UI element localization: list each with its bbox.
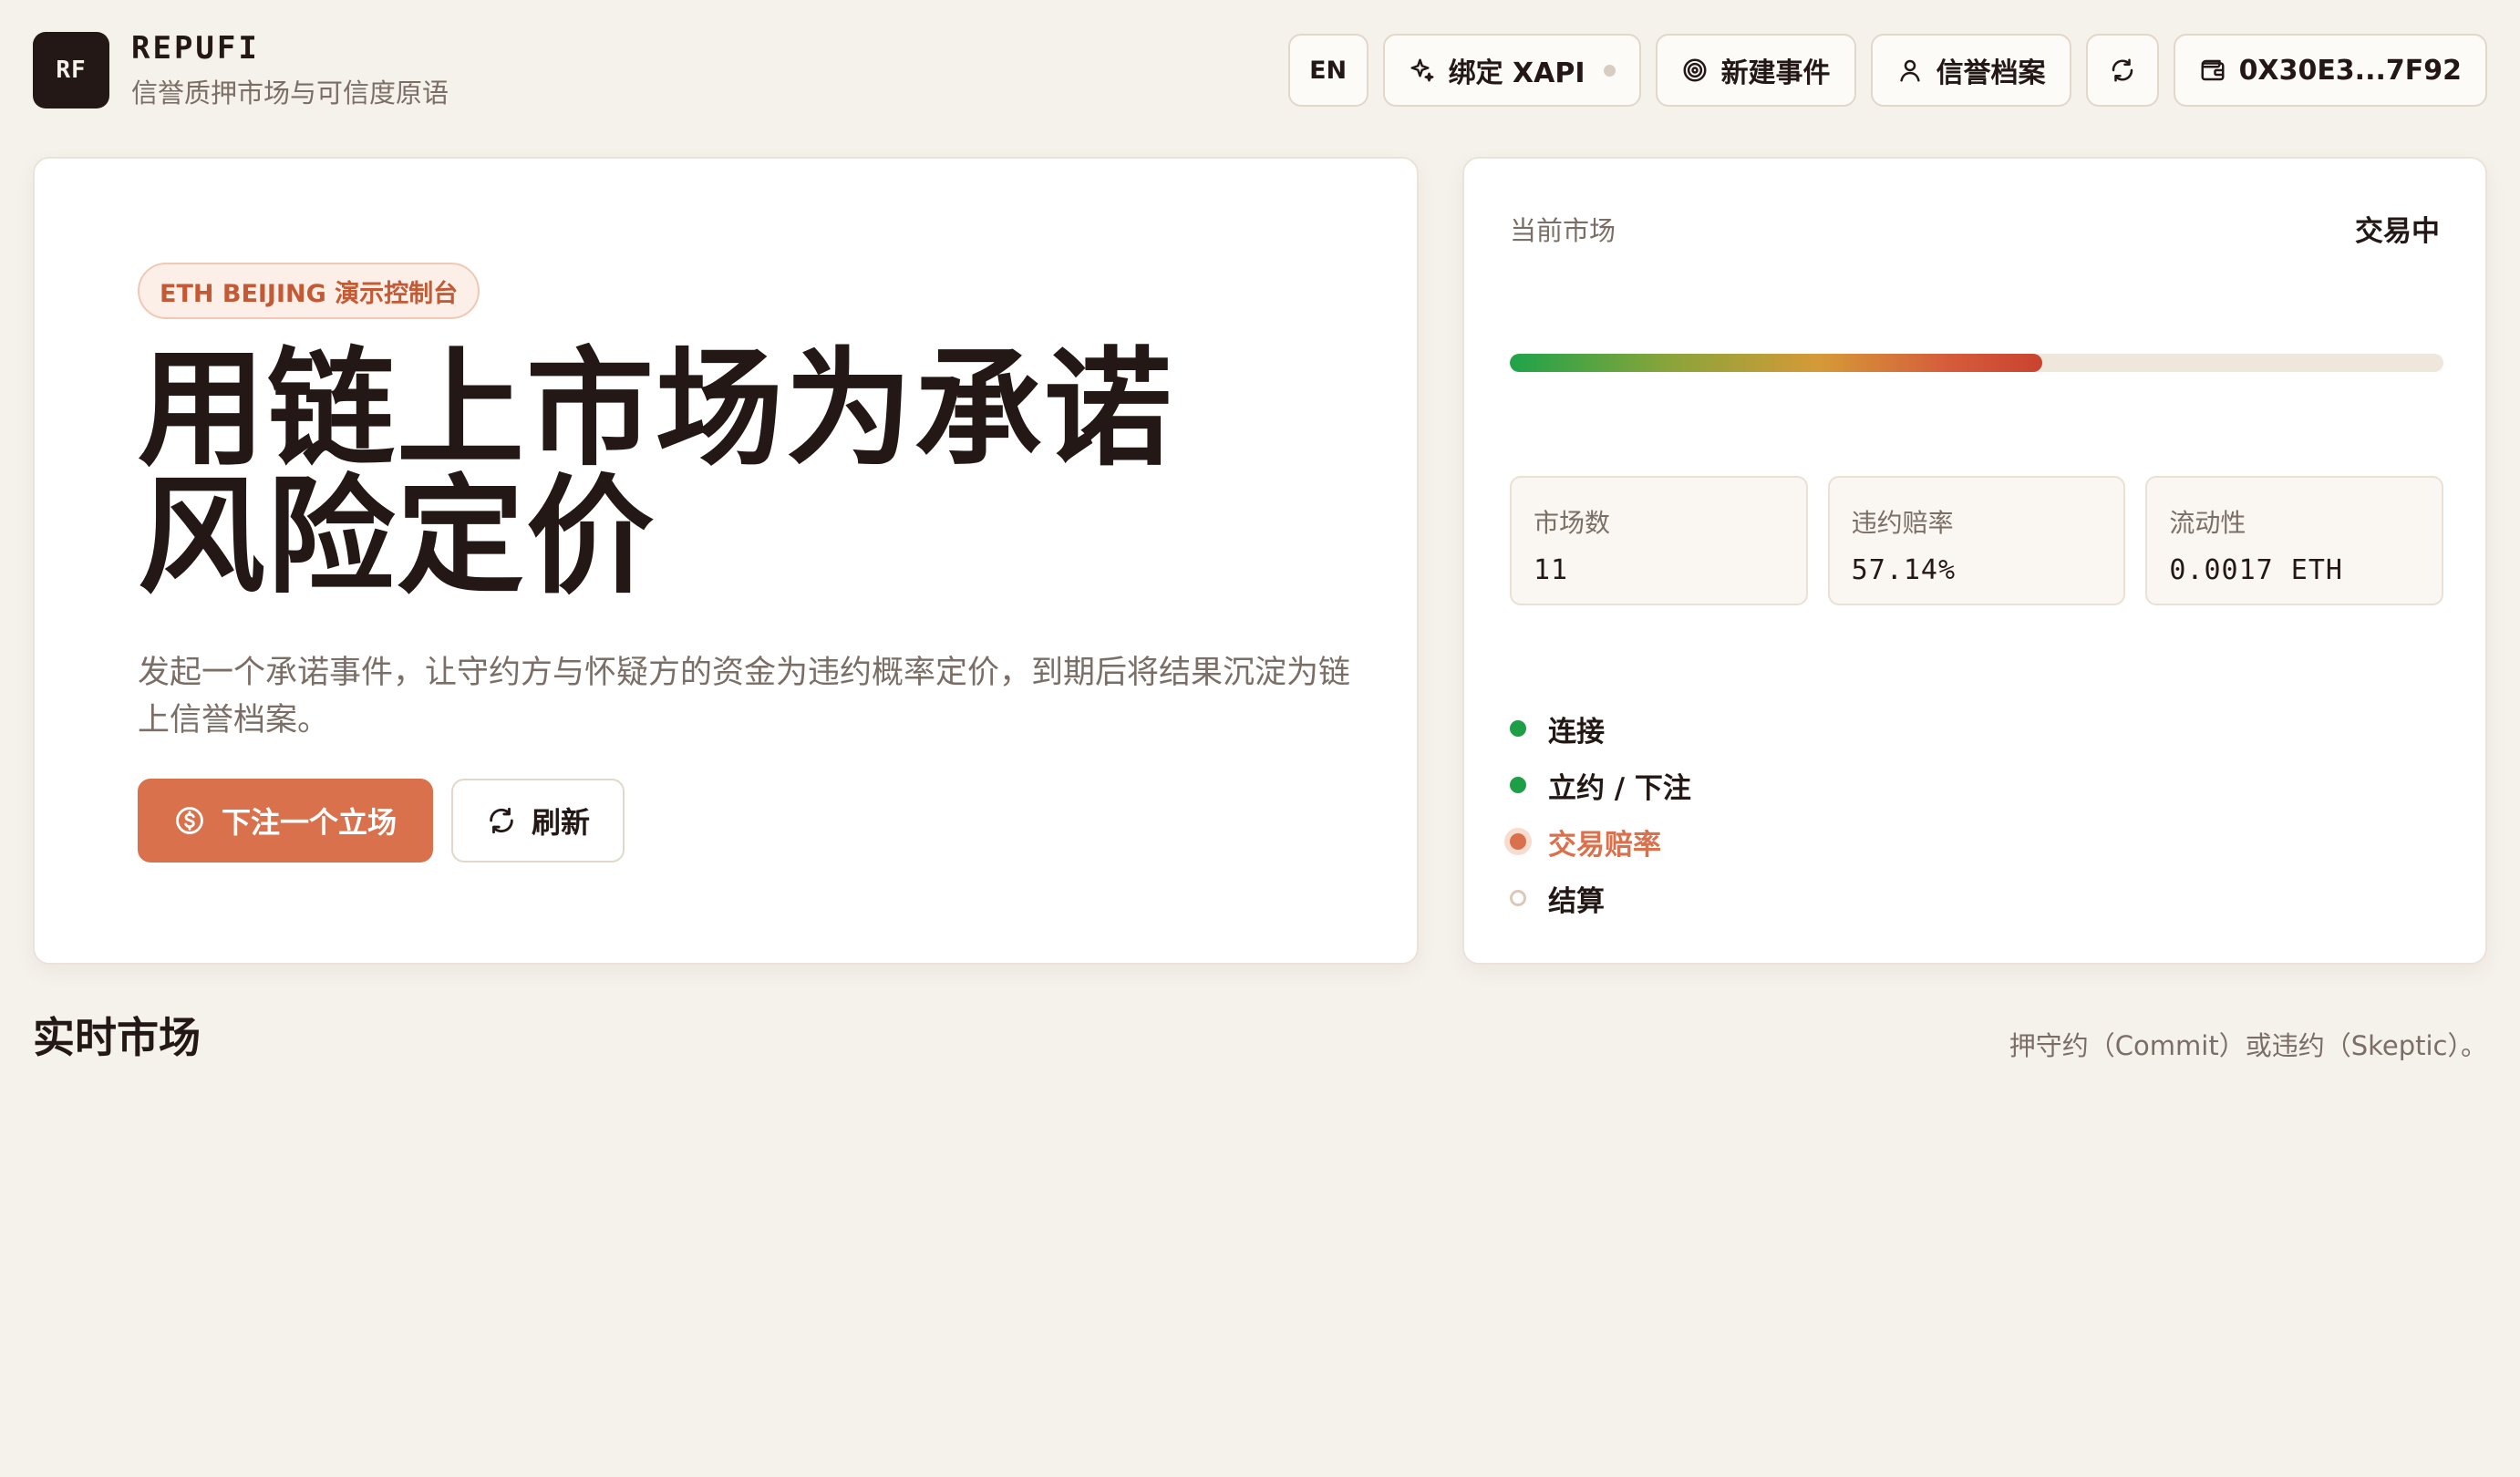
- step-label: 立约 / 下注: [1548, 771, 1691, 805]
- logo[interactable]: RF: [33, 32, 109, 108]
- stat-market-count: 市场数 11: [1510, 476, 1808, 605]
- demo-badge: ETH BEIJING 演示控制台: [138, 263, 480, 319]
- bind-xapi-button[interactable]: 绑定 XAPI: [1382, 34, 1641, 107]
- stat-label: 市场数: [1534, 508, 1611, 538]
- hero-description: 发起一个承诺事件，让守约方与怀疑方的资金为违约概率定价，到期后将结果沉淀为链上信…: [138, 655, 1351, 738]
- step-commit-bet: 立约 / 下注: [1510, 769, 1691, 805]
- dollar-coin-icon: [176, 807, 203, 834]
- language-toggle-button[interactable]: EN: [1287, 34, 1368, 107]
- status-dot: [1603, 64, 1616, 77]
- refresh-icon: [490, 807, 513, 834]
- progress-steps: 连接 立约 / 下注 交易赔率 结算: [1510, 713, 1691, 918]
- profile-label: 信誉档案: [1936, 57, 2046, 89]
- user-icon: [1899, 59, 1920, 82]
- wallet-button[interactable]: 0X30E3...7F92: [2173, 34, 2487, 107]
- current-market-card: 当前市场 交易中 市场数 11 违约赔率 57.14% 流动性 0.0017 E…: [1462, 157, 2487, 965]
- headline-line-2: 风险定价: [138, 463, 656, 612]
- place-bet-button[interactable]: 下注一个立场: [138, 779, 434, 862]
- sparkle-icon: [1410, 58, 1434, 82]
- step-trade-odds: 交易赔率: [1510, 826, 1691, 862]
- hero-headline: 用链上市场为承诺 风险定价: [138, 346, 1359, 602]
- step-active-dot: [1510, 833, 1526, 850]
- market-label: 当前市场: [1510, 215, 1616, 246]
- odds-progress-fill: [1510, 354, 2042, 372]
- brand-name: REPUFI: [131, 30, 260, 67]
- market-stats: 市场数 11 违约赔率 57.14% 流动性 0.0017 ETH: [1510, 476, 2444, 605]
- refresh-icon: [2112, 58, 2133, 82]
- app-page: RF REPUFI 信誉质押市场与可信度原语 EN 绑定 XAPI 新建事件 信…: [0, 0, 2520, 1477]
- headline-line-1: 用链上市场为承诺: [138, 336, 1174, 484]
- step-label: 交易赔率: [1548, 828, 1661, 862]
- wallet-icon: [2201, 59, 2225, 81]
- stat-liquidity: 流动性 0.0017 ETH: [2145, 476, 2444, 605]
- target-icon: [1683, 58, 1707, 82]
- header-nav: EN 绑定 XAPI 新建事件 信誉档案 0X30E3...7F92: [1287, 34, 2487, 107]
- place-bet-label: 下注一个立场: [222, 805, 398, 840]
- live-markets-title: 实时市场: [33, 1013, 201, 1062]
- top-header: RF REPUFI 信誉质押市场与可信度原语 EN 绑定 XAPI 新建事件 信…: [33, 30, 2487, 110]
- step-label: 结算: [1548, 884, 1605, 918]
- stat-value: 0.0017 ETH: [2169, 554, 2343, 586]
- step-done-dot: [1510, 720, 1526, 737]
- brand: RF REPUFI 信誉质押市场与可信度原语: [33, 30, 449, 110]
- bind-xapi-label: 绑定 XAPI: [1448, 57, 1585, 89]
- new-event-button[interactable]: 新建事件: [1655, 34, 1856, 107]
- stat-default-odds: 违约赔率 57.14%: [1827, 476, 2126, 605]
- stat-value: 11: [1534, 554, 1569, 586]
- hero-actions: 下注一个立场 刷新: [138, 779, 625, 862]
- odds-progress-bar: [1510, 354, 2443, 372]
- stat-label: 违约赔率: [1851, 508, 1954, 538]
- refresh-label: 刷新: [532, 805, 591, 840]
- step-settle: 结算: [1510, 883, 1691, 918]
- live-markets-hint: 押守约（Commit）或违约（Skeptic）。: [2009, 1030, 2487, 1061]
- step-done-dot: [1510, 777, 1526, 793]
- step-label: 连接: [1548, 715, 1605, 749]
- profile-button[interactable]: 信誉档案: [1870, 34, 2071, 107]
- market-status: 交易中: [2355, 215, 2440, 248]
- step-connect: 连接: [1510, 713, 1691, 749]
- stat-value: 57.14%: [1851, 554, 1957, 586]
- refresh-button[interactable]: 刷新: [451, 779, 625, 862]
- step-pending-dot: [1510, 890, 1526, 906]
- wallet-address: 0X30E3...7F92: [2238, 54, 2462, 87]
- hero-card: ETH BEIJING 演示控制台 用链上市场为承诺 风险定价 发起一个承诺事件…: [33, 157, 1419, 965]
- stat-label: 流动性: [2169, 508, 2246, 538]
- brand-subtitle: 信誉质押市场与可信度原语: [131, 77, 449, 108]
- new-event-label: 新建事件: [1720, 57, 1831, 89]
- refresh-header-button[interactable]: [2085, 34, 2159, 107]
